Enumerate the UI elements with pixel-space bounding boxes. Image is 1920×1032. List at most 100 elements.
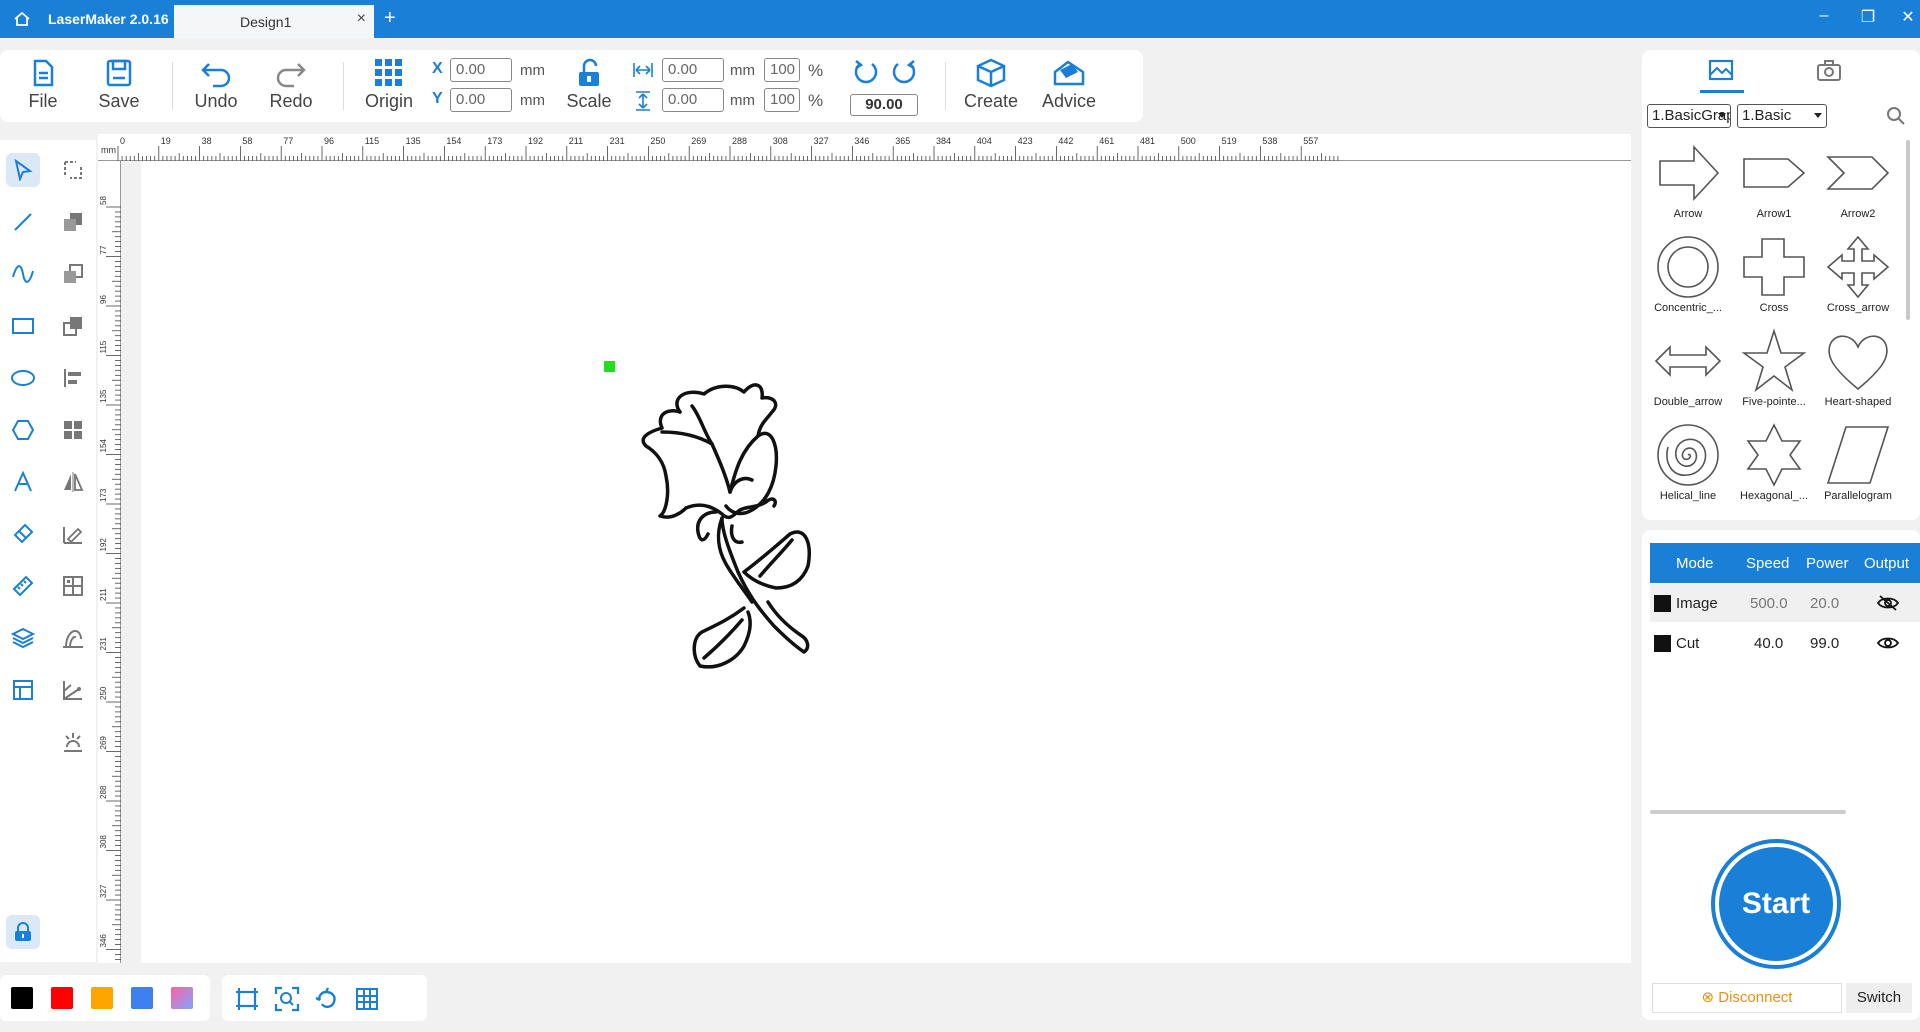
swatch-black[interactable]: [11, 987, 33, 1009]
swatch-orange[interactable]: [91, 987, 113, 1009]
trace-tool[interactable]: [56, 517, 90, 551]
layer-speed[interactable]: 40.0: [1754, 635, 1783, 652]
disconnect-button[interactable]: ⊗ Disconnect: [1652, 983, 1842, 1013]
undo-button[interactable]: Undo: [181, 56, 251, 122]
create-button[interactable]: Create: [956, 56, 1026, 122]
zoom-fit-selection-icon[interactable]: [274, 986, 300, 1012]
shape-item[interactable]: Cross: [1732, 234, 1816, 328]
grid-toggle-icon[interactable]: [354, 986, 380, 1012]
shape-item[interactable]: Parallelogram: [1816, 422, 1900, 516]
tab-design1[interactable]: Design1 ×: [174, 5, 374, 38]
boolean-tool[interactable]: [56, 205, 90, 239]
save-label: Save: [98, 91, 140, 111]
panel-tool[interactable]: [6, 673, 40, 707]
scale-lock-button[interactable]: Scale: [554, 56, 624, 122]
y-position-input[interactable]: 0.00: [450, 88, 512, 112]
swatch-gradient[interactable]: [171, 987, 193, 1009]
layers-tool[interactable]: [6, 621, 40, 655]
shape-item[interactable]: Cross_arrow: [1816, 234, 1900, 328]
shape-item[interactable]: Five-pointe...: [1732, 328, 1816, 422]
ruler-tick-label: 38: [202, 136, 212, 146]
eye-off-icon[interactable]: [1876, 594, 1900, 612]
group-tool[interactable]: [56, 309, 90, 343]
text-tool[interactable]: [6, 465, 40, 499]
layer-color-swatch[interactable]: [1654, 595, 1671, 612]
x-unit: mm: [520, 62, 545, 79]
curve-tool[interactable]: [6, 257, 40, 291]
swatch-blue[interactable]: [131, 987, 153, 1009]
start-button[interactable]: Start: [1719, 847, 1833, 961]
eye-icon[interactable]: [1876, 634, 1900, 652]
shape-item[interactable]: Arrow1: [1732, 140, 1816, 234]
gallery-tab-icon[interactable]: [1706, 56, 1736, 86]
line-tool[interactable]: [6, 205, 40, 239]
align-tool[interactable]: [56, 361, 90, 395]
subcategory-select[interactable]: 1.Basic: [1737, 104, 1827, 128]
redo-button[interactable]: Redo: [256, 56, 326, 122]
swatch-red[interactable]: [51, 987, 73, 1009]
design-canvas[interactable]: [141, 161, 1631, 963]
layer-power[interactable]: 20.0: [1810, 595, 1839, 612]
minimize-button[interactable]: –: [1812, 7, 1836, 25]
distribute-tool[interactable]: [56, 569, 90, 603]
selection-handle[interactable]: [604, 361, 615, 372]
shape-item[interactable]: Double_arrow: [1646, 328, 1730, 422]
fit-page-icon[interactable]: [234, 986, 260, 1012]
rose-image[interactable]: [626, 376, 826, 716]
advice-label: Advice: [1041, 91, 1097, 111]
close-window-button[interactable]: ✕: [1896, 7, 1920, 27]
width-input[interactable]: 0.00: [662, 58, 724, 82]
array-tool[interactable]: [56, 413, 90, 447]
rectangle-tool[interactable]: [6, 309, 40, 343]
switch-button[interactable]: Switch: [1846, 983, 1912, 1013]
home-icon[interactable]: [12, 9, 32, 29]
shape-item[interactable]: Hexagonal_...: [1732, 422, 1816, 516]
maximize-button[interactable]: ❐: [1856, 7, 1880, 27]
shape-item[interactable]: Arrow: [1646, 140, 1730, 234]
rotation-angle-input[interactable]: 90.00: [850, 94, 918, 116]
layer-row-cut[interactable]: Cut 40.0 99.0: [1650, 624, 1920, 662]
shape-item[interactable]: Heart-shaped: [1816, 328, 1900, 422]
layer-speed[interactable]: 500.0: [1750, 595, 1788, 612]
layer-row-image[interactable]: Image 500.0 20.0: [1650, 584, 1920, 622]
height-unit: mm: [730, 92, 755, 109]
ruler-tick-label: 154: [446, 136, 461, 146]
pan-hand-icon[interactable]: [314, 986, 340, 1012]
cut-tool[interactable]: [56, 673, 90, 707]
measure-tool[interactable]: [6, 569, 40, 603]
shape-item[interactable]: Concentric_...: [1646, 234, 1730, 328]
node-edit-tool[interactable]: [56, 153, 90, 187]
job-progress-bar: [1650, 810, 1846, 814]
laser-tool[interactable]: [56, 725, 90, 759]
shape-item[interactable]: Helical_line: [1646, 422, 1730, 516]
layer-color-swatch[interactable]: [1654, 635, 1671, 652]
height-percent-unit: %: [808, 91, 824, 110]
eraser-tool[interactable]: [6, 517, 40, 551]
shape-list-scrollbar[interactable]: [1906, 140, 1910, 320]
height-input[interactable]: 0.00: [662, 88, 724, 112]
category-select[interactable]: 1.BasicGraphics: [1647, 104, 1731, 128]
lock-tool[interactable]: [6, 915, 40, 949]
width-percent-input[interactable]: 100: [764, 58, 800, 82]
file-button[interactable]: File: [8, 56, 78, 122]
tab-close-icon[interactable]: ×: [357, 10, 366, 28]
rotate-ccw-icon[interactable]: [852, 58, 880, 86]
layer-power[interactable]: 99.0: [1810, 635, 1839, 652]
ellipse-tool[interactable]: [6, 361, 40, 395]
copy-tool[interactable]: [56, 257, 90, 291]
x-position-input[interactable]: 0.00: [450, 58, 512, 82]
new-tab-button[interactable]: +: [384, 7, 396, 30]
save-button[interactable]: Save: [84, 56, 154, 122]
search-icon[interactable]: [1886, 106, 1906, 126]
advice-button[interactable]: Advice: [1034, 56, 1104, 122]
output-header: Output: [1864, 555, 1910, 572]
height-percent-input[interactable]: 100: [764, 88, 800, 112]
origin-button[interactable]: Origin: [354, 56, 424, 122]
rotate-cw-icon[interactable]: [890, 58, 918, 86]
shape-item[interactable]: Arrow2: [1816, 140, 1900, 234]
mirror-tool[interactable]: [56, 465, 90, 499]
camera-tab-icon[interactable]: [1814, 56, 1844, 86]
select-tool[interactable]: [6, 153, 40, 187]
polygon-tool[interactable]: [6, 413, 40, 447]
nest-tool[interactable]: [56, 621, 90, 655]
